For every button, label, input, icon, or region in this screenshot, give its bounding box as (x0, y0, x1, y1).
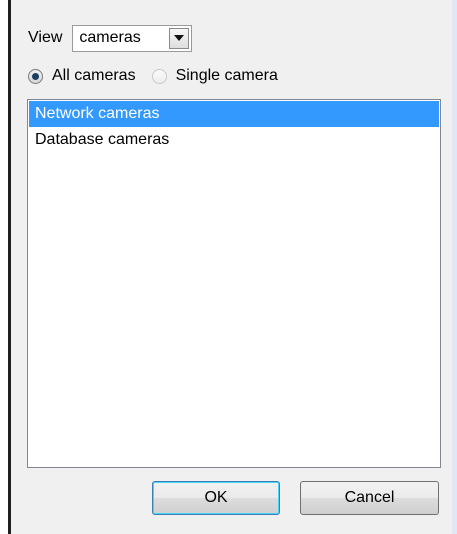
radio-checked-dot-icon (32, 72, 39, 80)
chevron-down-icon (174, 35, 185, 41)
radio-single-camera[interactable]: Single camera (151, 67, 278, 85)
left-edge (0, 0, 8, 534)
page: View cameras All cameras Single camera N… (0, 0, 457, 534)
view-combobox[interactable]: cameras (72, 24, 193, 52)
list-item-network-cameras[interactable]: Network cameras (29, 101, 439, 127)
radio-button-single-camera[interactable] (151, 68, 167, 84)
view-combobox-value: cameras (79, 29, 141, 46)
camera-view-dialog: View cameras All cameras Single camera N… (11, 0, 452, 534)
radio-label-single-camera: Single camera (175, 67, 278, 84)
window-frame-strip (452, 0, 457, 534)
radio-button-all-cameras[interactable] (28, 68, 43, 84)
cancel-button[interactable]: Cancel (300, 481, 439, 515)
ok-button[interactable]: OK (152, 481, 280, 515)
radio-label-all-cameras: All cameras (52, 67, 136, 84)
radio-all-cameras[interactable]: All cameras (28, 67, 136, 85)
camera-scope-radio-group: All cameras Single camera (28, 64, 294, 88)
camera-listbox[interactable]: Network cameras Database cameras (27, 99, 441, 468)
view-row: View cameras (28, 24, 193, 52)
list-item-database-cameras[interactable]: Database cameras (29, 127, 439, 153)
dropdown-button[interactable] (169, 27, 190, 49)
view-label: View (28, 29, 63, 46)
